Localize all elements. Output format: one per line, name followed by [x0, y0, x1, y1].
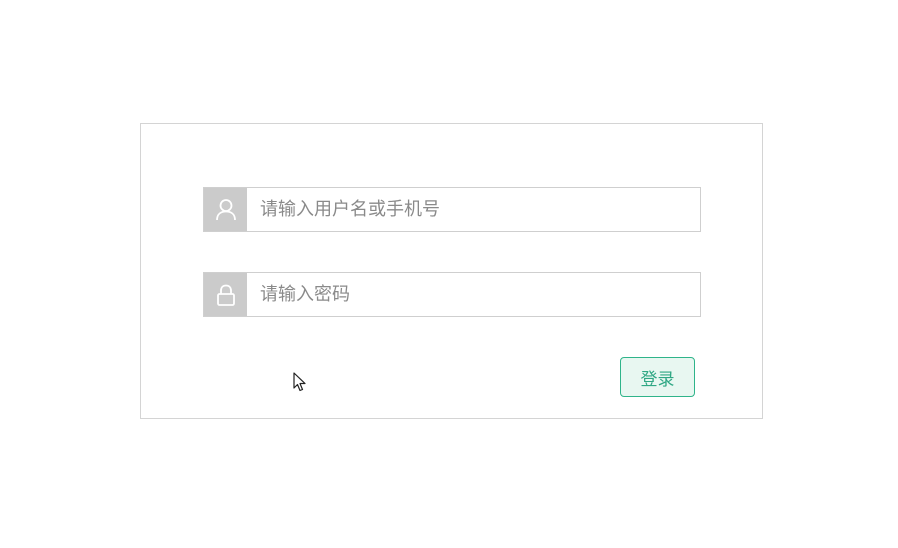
username-field-row — [203, 187, 701, 232]
page: 登录 — [0, 0, 898, 548]
password-field-row — [203, 272, 701, 317]
user-icon — [204, 188, 247, 231]
username-input[interactable] — [247, 188, 700, 231]
password-input[interactable] — [247, 273, 700, 316]
mouse-cursor-icon — [293, 372, 306, 392]
lock-icon — [204, 273, 247, 316]
login-button[interactable]: 登录 — [620, 357, 695, 397]
login-panel: 登录 — [140, 123, 763, 419]
